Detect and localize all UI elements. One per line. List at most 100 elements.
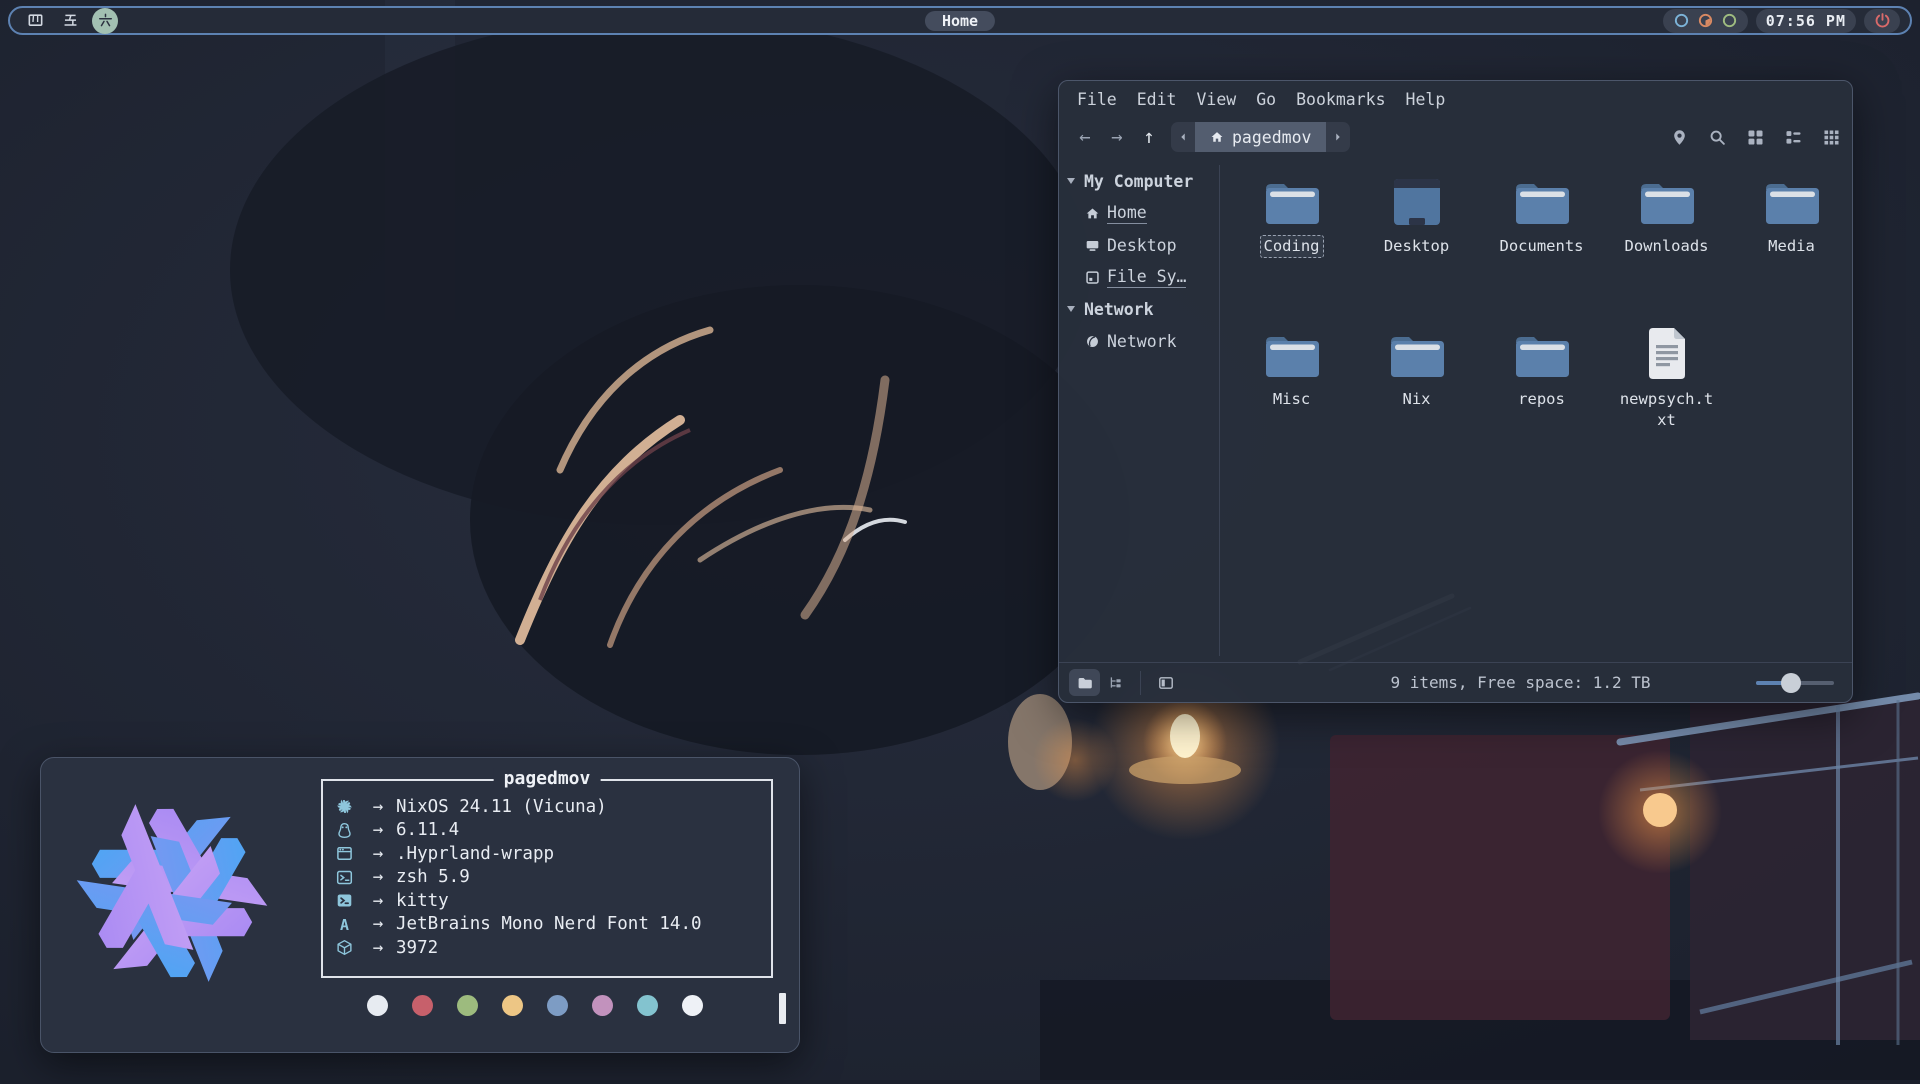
statusbar-separator	[1140, 671, 1141, 695]
status-bar: 9 items, Free space: 1.2 TB	[1059, 662, 1852, 702]
power-icon	[1874, 12, 1891, 29]
arrow-glyph: →	[360, 938, 396, 958]
file-icon[interactable]	[1511, 324, 1573, 382]
toolbar-right-icons	[1671, 129, 1840, 146]
tray-status-icon[interactable]	[1673, 12, 1690, 29]
file-icon[interactable]	[1261, 324, 1323, 382]
terminal-scrollbar-thumb[interactable]	[779, 993, 786, 1024]
show-tree-button[interactable]	[1100, 669, 1131, 696]
palette-dot	[547, 995, 568, 1016]
file-label[interactable]: Media	[1764, 235, 1819, 258]
file-item[interactable]: Documents	[1482, 171, 1602, 324]
file-icon[interactable]	[1636, 171, 1698, 229]
clock-pill: 07:56 PM	[1756, 9, 1856, 33]
sidebar: My Computer Home Desktop File Sy… Ne	[1059, 165, 1219, 662]
fastfetch-line-icon	[336, 869, 360, 886]
sidebar-item-label: Home	[1107, 203, 1147, 224]
fastfetch-line-value: zsh 5.9	[396, 867, 470, 887]
side-pane-icon	[1158, 675, 1174, 691]
palette-dot	[367, 995, 388, 1016]
forward-button[interactable]: →	[1101, 122, 1133, 152]
file-label[interactable]: Documents	[1496, 235, 1588, 258]
file-grid: Coding Desktop Documents Downloads Media…	[1221, 159, 1848, 662]
file-item[interactable]: Nix	[1357, 324, 1477, 477]
expander-triangle-icon[interactable]	[1067, 306, 1075, 312]
toolbar: ← → ↑ pagedmov	[1069, 119, 1840, 155]
terminal-window[interactable]: pagedmov → NixOS 24.11 (Vicuna) → 6.11.4…	[40, 757, 800, 1053]
zoom-slider[interactable]	[1756, 670, 1834, 696]
active-window-title: Home	[925, 11, 995, 31]
back-button[interactable]: ←	[1069, 122, 1101, 152]
toggle-panel-button[interactable]	[1150, 669, 1181, 696]
file-label[interactable]: Coding	[1260, 235, 1324, 258]
tray: 07:56 PM	[1663, 9, 1900, 33]
breadcrumb[interactable]: pagedmov	[1195, 122, 1326, 152]
path-scroll-left-icon[interactable]	[1171, 122, 1195, 152]
file-icon[interactable]	[1511, 171, 1573, 229]
zoom-slider-track[interactable]	[1756, 681, 1834, 685]
workspace-indicator[interactable]	[57, 8, 83, 34]
power-button[interactable]	[1864, 9, 1900, 33]
file-icon[interactable]	[1389, 171, 1445, 229]
menu-item[interactable]: Bookmarks	[1296, 90, 1385, 109]
list-view-icon[interactable]	[1785, 129, 1802, 146]
workspace-indicator[interactable]	[92, 8, 118, 34]
menu-item[interactable]: File	[1077, 90, 1117, 109]
fastfetch-line-value: .Hyprland-wrapp	[396, 844, 554, 864]
fastfetch-line: → 6.11.4	[336, 819, 763, 843]
menu-item[interactable]: Edit	[1137, 90, 1177, 109]
file-label[interactable]: newpsych.txt	[1614, 388, 1720, 432]
palette-dot	[682, 995, 703, 1016]
arrow-glyph: →	[360, 914, 396, 934]
tray-status-pill[interactable]	[1663, 9, 1748, 33]
path-scroll-right-icon[interactable]	[1326, 122, 1350, 152]
menu-item[interactable]: Help	[1406, 90, 1446, 109]
file-label[interactable]: Desktop	[1380, 235, 1453, 258]
sidebar-item[interactable]: Desktop	[1059, 229, 1219, 261]
fastfetch-line-icon	[336, 939, 360, 956]
file-item[interactable]: Coding	[1232, 171, 1352, 324]
sidebar-item[interactable]: Network	[1059, 325, 1219, 357]
sidebar-item[interactable]: Home	[1059, 197, 1219, 229]
fastfetch-line: → kitty	[336, 889, 763, 913]
file-icon[interactable]	[1644, 324, 1690, 382]
icon-view-icon[interactable]	[1747, 129, 1764, 146]
file-item[interactable]: Media	[1732, 171, 1852, 324]
fastfetch-line: → .Hyprland-wrapp	[336, 842, 763, 866]
zoom-slider-handle[interactable]	[1781, 673, 1801, 693]
file-item[interactable]: Misc	[1232, 324, 1352, 477]
menu-item[interactable]: Go	[1256, 90, 1276, 109]
menu-item[interactable]: View	[1197, 90, 1237, 109]
tray-status-icon[interactable]	[1697, 12, 1714, 29]
palette-dot	[457, 995, 478, 1016]
file-label[interactable]: Misc	[1269, 388, 1314, 411]
file-icon[interactable]	[1261, 171, 1323, 229]
fastfetch-line: → 3972	[336, 936, 763, 960]
file-label[interactable]: repos	[1514, 388, 1569, 411]
file-icon[interactable]	[1761, 171, 1823, 229]
sidebar-item-label: Desktop	[1107, 236, 1177, 255]
file-label[interactable]: Nix	[1399, 388, 1435, 411]
up-button[interactable]: ↑	[1133, 122, 1165, 152]
workspace-cluster	[22, 8, 118, 33]
file-item[interactable]: Downloads	[1607, 171, 1727, 324]
workspace-indicator[interactable]	[22, 8, 48, 34]
show-places-button[interactable]	[1069, 669, 1100, 696]
file-label[interactable]: Downloads	[1621, 235, 1713, 258]
file-item[interactable]: Desktop	[1357, 171, 1477, 324]
nixos-logo	[63, 784, 281, 1002]
file-item[interactable]: newpsych.txt	[1607, 324, 1727, 477]
palette-dot	[592, 995, 613, 1016]
compact-view-icon[interactable]	[1823, 129, 1840, 146]
search-icon[interactable]	[1709, 129, 1726, 146]
file-icon[interactable]	[1386, 324, 1448, 382]
sidebar-item[interactable]: My Computer	[1059, 165, 1219, 197]
sidebar-item[interactable]: Network	[1059, 293, 1219, 325]
tree-view-icon	[1108, 675, 1124, 691]
expander-triangle-icon[interactable]	[1067, 178, 1075, 184]
tray-status-icon[interactable]	[1721, 12, 1738, 29]
arrow-glyph: →	[360, 891, 396, 911]
location-pin-icon[interactable]	[1671, 129, 1688, 146]
file-item[interactable]: repos	[1482, 324, 1602, 477]
sidebar-item[interactable]: File Sy…	[1059, 261, 1219, 293]
